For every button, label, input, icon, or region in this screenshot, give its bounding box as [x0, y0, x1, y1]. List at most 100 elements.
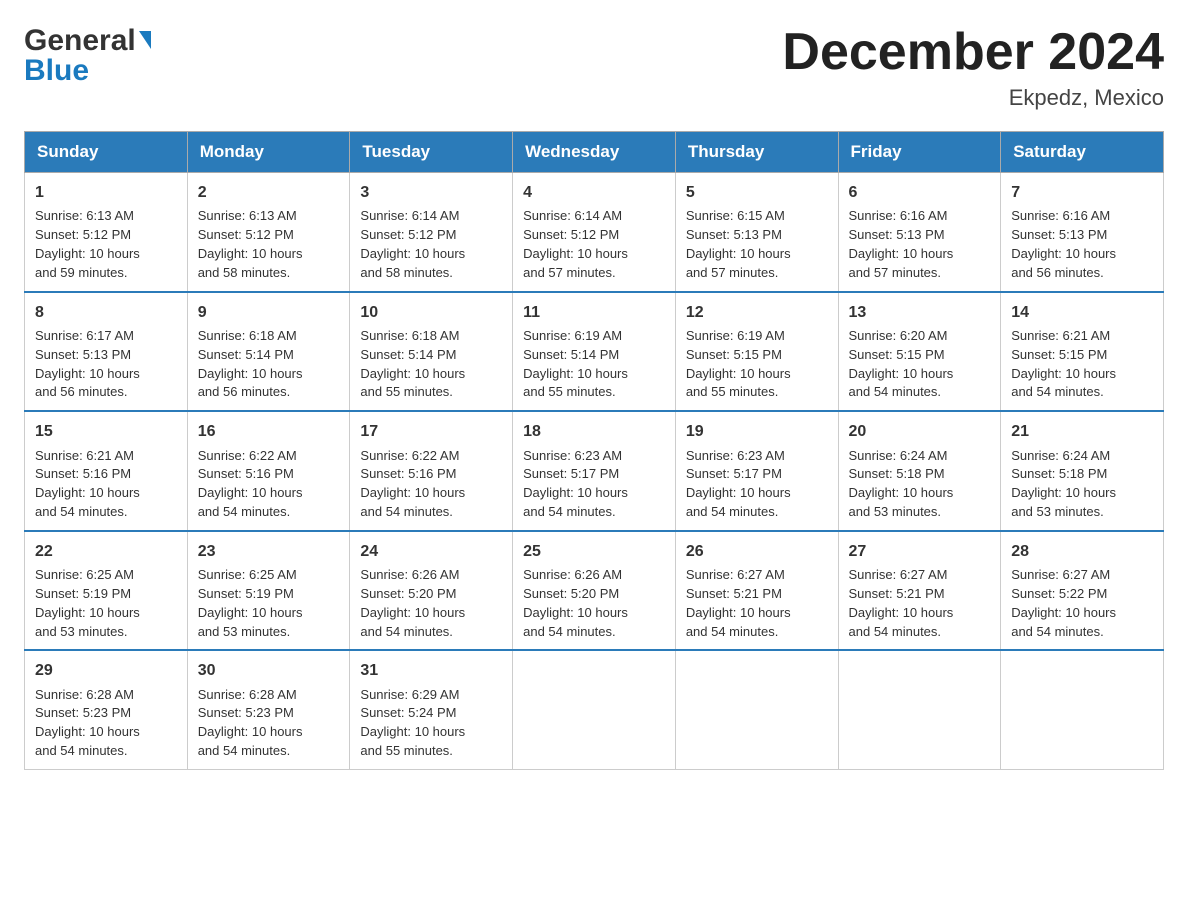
column-header-wednesday: Wednesday — [513, 132, 676, 173]
day-number: 29 — [35, 659, 177, 682]
day-info: Sunrise: 6:19 AMSunset: 5:15 PMDaylight:… — [686, 328, 791, 400]
location-text: Ekpedz, Mexico — [782, 85, 1164, 111]
calendar-cell: 22 Sunrise: 6:25 AMSunset: 5:19 PMDayligh… — [25, 531, 188, 651]
calendar-cell: 7 Sunrise: 6:16 AMSunset: 5:13 PMDaylight… — [1001, 173, 1164, 292]
column-header-saturday: Saturday — [1001, 132, 1164, 173]
calendar-cell: 8Sunrise: 6:17 AMSunset: 5:13 PMDaylight… — [25, 292, 188, 412]
day-info: Sunrise: 6:27 AMSunset: 5:21 PMDaylight:… — [849, 567, 954, 639]
calendar-cell: 23Sunrise: 6:25 AMSunset: 5:19 PMDayligh… — [187, 531, 350, 651]
day-info: Sunrise: 6:27 AMSunset: 5:22 PMDaylight:… — [1011, 567, 1116, 639]
logo-triangle-icon — [139, 31, 151, 49]
day-number: 15 — [35, 420, 177, 443]
day-number: 30 — [198, 659, 340, 682]
calendar-cell: 9Sunrise: 6:18 AMSunset: 5:14 PMDaylight… — [187, 292, 350, 412]
day-info: Sunrise: 6:14 AMSunset: 5:12 PMDaylight:… — [523, 208, 628, 280]
calendar-cell: 11Sunrise: 6:19 AMSunset: 5:14 PMDayligh… — [513, 292, 676, 412]
calendar-cell: 12 Sunrise: 6:19 AMSunset: 5:15 PMDayligh… — [675, 292, 838, 412]
calendar-cell: 24 Sunrise: 6:26 AMSunset: 5:20 PMDayligh… — [350, 531, 513, 651]
calendar-cell: 27 Sunrise: 6:27 AMSunset: 5:21 PMDayligh… — [838, 531, 1001, 651]
day-number: 18 — [523, 420, 665, 443]
day-info: Sunrise: 6:25 AMSunset: 5:19 PMDaylight:… — [35, 567, 140, 639]
calendar-cell: 25 Sunrise: 6:26 AMSunset: 5:20 PMDayligh… — [513, 531, 676, 651]
day-number: 13 — [849, 301, 991, 324]
day-info: Sunrise: 6:17 AMSunset: 5:13 PMDaylight:… — [35, 328, 140, 400]
calendar-cell — [1001, 650, 1164, 769]
day-number: 12 — [686, 301, 828, 324]
column-header-sunday: Sunday — [25, 132, 188, 173]
calendar-week-row: 1 Sunrise: 6:13 AMSunset: 5:12 PMDaylight… — [25, 173, 1164, 292]
calendar-cell: 19 Sunrise: 6:23 AMSunset: 5:17 PMDayligh… — [675, 411, 838, 531]
calendar-cell: 31Sunrise: 6:29 AMSunset: 5:24 PMDayligh… — [350, 650, 513, 769]
day-info: Sunrise: 6:15 AMSunset: 5:13 PMDaylight:… — [686, 208, 791, 280]
day-number: 22 — [35, 540, 177, 563]
column-header-friday: Friday — [838, 132, 1001, 173]
day-info: Sunrise: 6:28 AMSunset: 5:23 PMDaylight:… — [198, 687, 303, 759]
day-number: 11 — [523, 301, 665, 324]
calendar-week-row: 29 Sunrise: 6:28 AMSunset: 5:23 PMDayligh… — [25, 650, 1164, 769]
calendar-cell: 14Sunrise: 6:21 AMSunset: 5:15 PMDayligh… — [1001, 292, 1164, 412]
day-info: Sunrise: 6:22 AMSunset: 5:16 PMDaylight:… — [360, 448, 465, 520]
day-number: 2 — [198, 181, 340, 204]
calendar-week-row: 22 Sunrise: 6:25 AMSunset: 5:19 PMDayligh… — [25, 531, 1164, 651]
calendar-cell: 4 Sunrise: 6:14 AMSunset: 5:12 PMDaylight… — [513, 173, 676, 292]
day-info: Sunrise: 6:16 AMSunset: 5:13 PMDaylight:… — [849, 208, 954, 280]
calendar-cell: 1 Sunrise: 6:13 AMSunset: 5:12 PMDaylight… — [25, 173, 188, 292]
day-info: Sunrise: 6:13 AMSunset: 5:12 PMDaylight:… — [198, 208, 303, 280]
day-number: 5 — [686, 181, 828, 204]
day-number: 19 — [686, 420, 828, 443]
day-number: 4 — [523, 181, 665, 204]
calendar-cell: 13 Sunrise: 6:20 AMSunset: 5:15 PMDayligh… — [838, 292, 1001, 412]
calendar-cell: 2 Sunrise: 6:13 AMSunset: 5:12 PMDaylight… — [187, 173, 350, 292]
day-number: 7 — [1011, 181, 1153, 204]
day-number: 6 — [849, 181, 991, 204]
month-title: December 2024 — [782, 24, 1164, 81]
calendar-table: SundayMondayTuesdayWednesdayThursdayFrid… — [24, 131, 1164, 770]
calendar-cell: 16Sunrise: 6:22 AMSunset: 5:16 PMDayligh… — [187, 411, 350, 531]
day-info: Sunrise: 6:16 AMSunset: 5:13 PMDaylight:… — [1011, 208, 1116, 280]
calendar-cell: 6 Sunrise: 6:16 AMSunset: 5:13 PMDaylight… — [838, 173, 1001, 292]
calendar-cell: 30 Sunrise: 6:28 AMSunset: 5:23 PMDayligh… — [187, 650, 350, 769]
day-number: 27 — [849, 540, 991, 563]
day-info: Sunrise: 6:23 AMSunset: 5:17 PMDaylight:… — [523, 448, 628, 520]
logo-general-text: General — [24, 24, 136, 58]
day-info: Sunrise: 6:24 AMSunset: 5:18 PMDaylight:… — [1011, 448, 1116, 520]
calendar-cell: 18 Sunrise: 6:23 AMSunset: 5:17 PMDayligh… — [513, 411, 676, 531]
day-info: Sunrise: 6:18 AMSunset: 5:14 PMDaylight:… — [198, 328, 303, 400]
day-info: Sunrise: 6:24 AMSunset: 5:18 PMDaylight:… — [849, 448, 954, 520]
calendar-cell: 26Sunrise: 6:27 AMSunset: 5:21 PMDayligh… — [675, 531, 838, 651]
day-number: 10 — [360, 301, 502, 324]
calendar-cell: 21 Sunrise: 6:24 AMSunset: 5:18 PMDayligh… — [1001, 411, 1164, 531]
page-header: General Blue December 2024 Ekpedz, Mexic… — [24, 24, 1164, 111]
calendar-header-row: SundayMondayTuesdayWednesdayThursdayFrid… — [25, 132, 1164, 173]
column-header-thursday: Thursday — [675, 132, 838, 173]
calendar-cell — [513, 650, 676, 769]
day-number: 21 — [1011, 420, 1153, 443]
day-info: Sunrise: 6:20 AMSunset: 5:15 PMDaylight:… — [849, 328, 954, 400]
calendar-cell: 3Sunrise: 6:14 AMSunset: 5:12 PMDaylight… — [350, 173, 513, 292]
day-number: 28 — [1011, 540, 1153, 563]
title-section: December 2024 Ekpedz, Mexico — [782, 24, 1164, 111]
day-info: Sunrise: 6:21 AMSunset: 5:15 PMDaylight:… — [1011, 328, 1116, 400]
column-header-tuesday: Tuesday — [350, 132, 513, 173]
day-info: Sunrise: 6:23 AMSunset: 5:17 PMDaylight:… — [686, 448, 791, 520]
calendar-cell: 29Sunrise: 6:28 AMSunset: 5:23 PMDayligh… — [25, 650, 188, 769]
day-info: Sunrise: 6:26 AMSunset: 5:20 PMDaylight:… — [360, 567, 465, 639]
day-info: Sunrise: 6:14 AMSunset: 5:12 PMDaylight:… — [360, 208, 465, 280]
day-number: 25 — [523, 540, 665, 563]
day-info: Sunrise: 6:26 AMSunset: 5:20 PMDaylight:… — [523, 567, 628, 639]
day-info: Sunrise: 6:18 AMSunset: 5:14 PMDaylight:… — [360, 328, 465, 400]
day-info: Sunrise: 6:29 AMSunset: 5:24 PMDaylight:… — [360, 687, 465, 759]
calendar-week-row: 8Sunrise: 6:17 AMSunset: 5:13 PMDaylight… — [25, 292, 1164, 412]
calendar-week-row: 15 Sunrise: 6:21 AMSunset: 5:16 PMDayligh… — [25, 411, 1164, 531]
day-number: 24 — [360, 540, 502, 563]
day-number: 17 — [360, 420, 502, 443]
day-info: Sunrise: 6:13 AMSunset: 5:12 PMDaylight:… — [35, 208, 140, 280]
calendar-cell: 10 Sunrise: 6:18 AMSunset: 5:14 PMDayligh… — [350, 292, 513, 412]
calendar-cell: 17 Sunrise: 6:22 AMSunset: 5:16 PMDayligh… — [350, 411, 513, 531]
day-number: 1 — [35, 181, 177, 204]
day-number: 16 — [198, 420, 340, 443]
calendar-cell: 28 Sunrise: 6:27 AMSunset: 5:22 PMDayligh… — [1001, 531, 1164, 651]
day-info: Sunrise: 6:21 AMSunset: 5:16 PMDaylight:… — [35, 448, 140, 520]
column-header-monday: Monday — [187, 132, 350, 173]
day-info: Sunrise: 6:27 AMSunset: 5:21 PMDaylight:… — [686, 567, 791, 639]
